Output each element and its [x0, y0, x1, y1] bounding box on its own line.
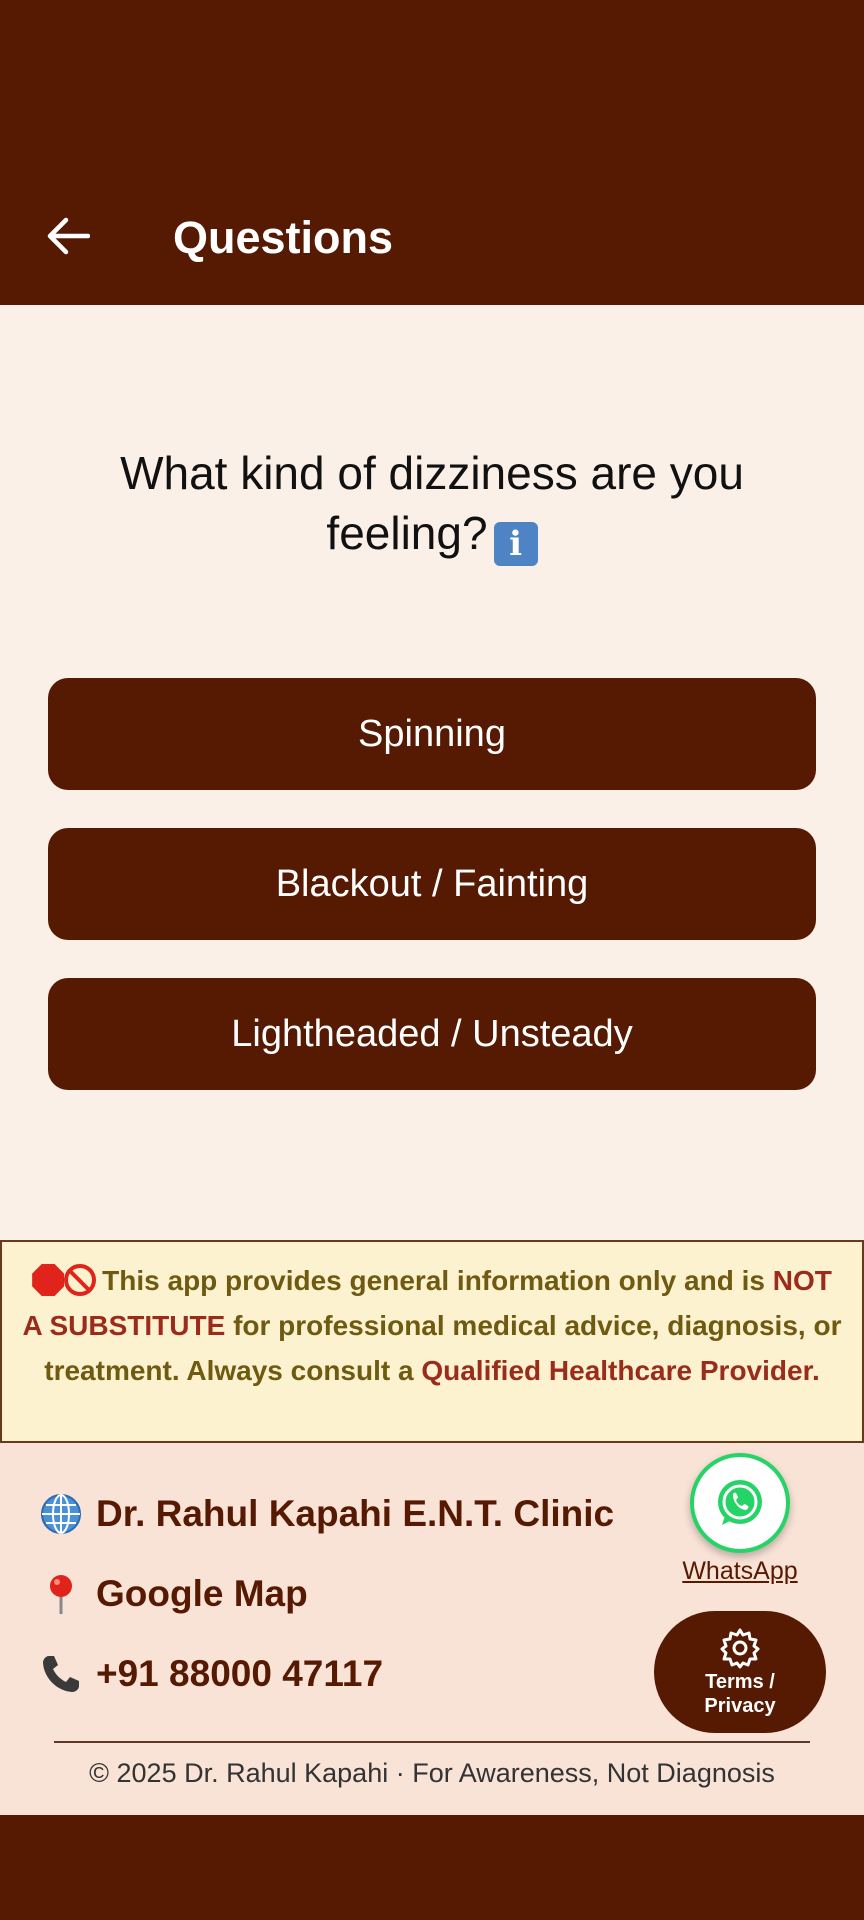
terms-privacy-button[interactable]: Terms / Privacy — [654, 1611, 826, 1733]
disclaimer-end: . — [811, 1355, 820, 1386]
clinic-name: Dr. Rahul Kapahi E.N.T. Clinic — [96, 1493, 615, 1534]
disclaimer-provider: Qualified Healthcare Provider — [421, 1355, 812, 1386]
bottom-bar — [0, 1815, 864, 1920]
whatsapp-button[interactable] — [690, 1453, 790, 1553]
app-bar: Questions — [0, 0, 864, 305]
disclaimer-text-1: This app provides general information on… — [102, 1265, 765, 1296]
copyright-text: © 2025 Dr. Rahul Kapahi · For Awareness,… — [89, 1758, 775, 1788]
map-label: Google Map — [96, 1573, 308, 1614]
stop-sign-icon — [32, 1264, 65, 1296]
option-lightheaded-button[interactable]: Lightheaded / Unsteady — [48, 978, 816, 1090]
back-button[interactable] — [40, 208, 96, 264]
phone-number: +91 88000 47117 — [96, 1653, 384, 1694]
option-blackout-button[interactable]: Blackout / Fainting — [48, 828, 816, 940]
question-area: What kind of dizziness are you feeling? i… — [0, 305, 864, 1240]
globe-icon — [38, 1491, 84, 1537]
info-icon[interactable]: i — [493, 522, 538, 566]
footer: Dr. Rahul Kapahi E.N.T. Clinic Google Ma… — [0, 1443, 864, 1815]
arrow-left-icon — [47, 217, 90, 255]
whatsapp-icon — [718, 1480, 762, 1525]
map-pin-icon — [38, 1571, 84, 1617]
google-map-link[interactable]: Google Map — [38, 1571, 308, 1617]
clinic-link[interactable]: Dr. Rahul Kapahi E.N.T. Clinic — [38, 1491, 614, 1537]
question-text: What kind of dizziness are you feeling? i — [60, 443, 804, 566]
option-spinning-button[interactable]: Spinning — [48, 678, 816, 790]
page-title: Questions — [173, 212, 394, 263]
disclaimer-banner: This app provides general information on… — [0, 1240, 864, 1443]
footer-divider — [54, 1741, 810, 1743]
phone-icon — [38, 1651, 84, 1697]
terms-label: Terms / Privacy — [704, 1671, 776, 1717]
phone-link[interactable]: +91 88000 47117 — [38, 1651, 383, 1697]
whatsapp-label[interactable]: WhatsApp — [672, 1557, 808, 1586]
question-label: What kind of dizziness are you feeling? — [120, 447, 744, 559]
gear-icon — [720, 1628, 760, 1669]
prohibited-icon — [64, 1264, 97, 1296]
